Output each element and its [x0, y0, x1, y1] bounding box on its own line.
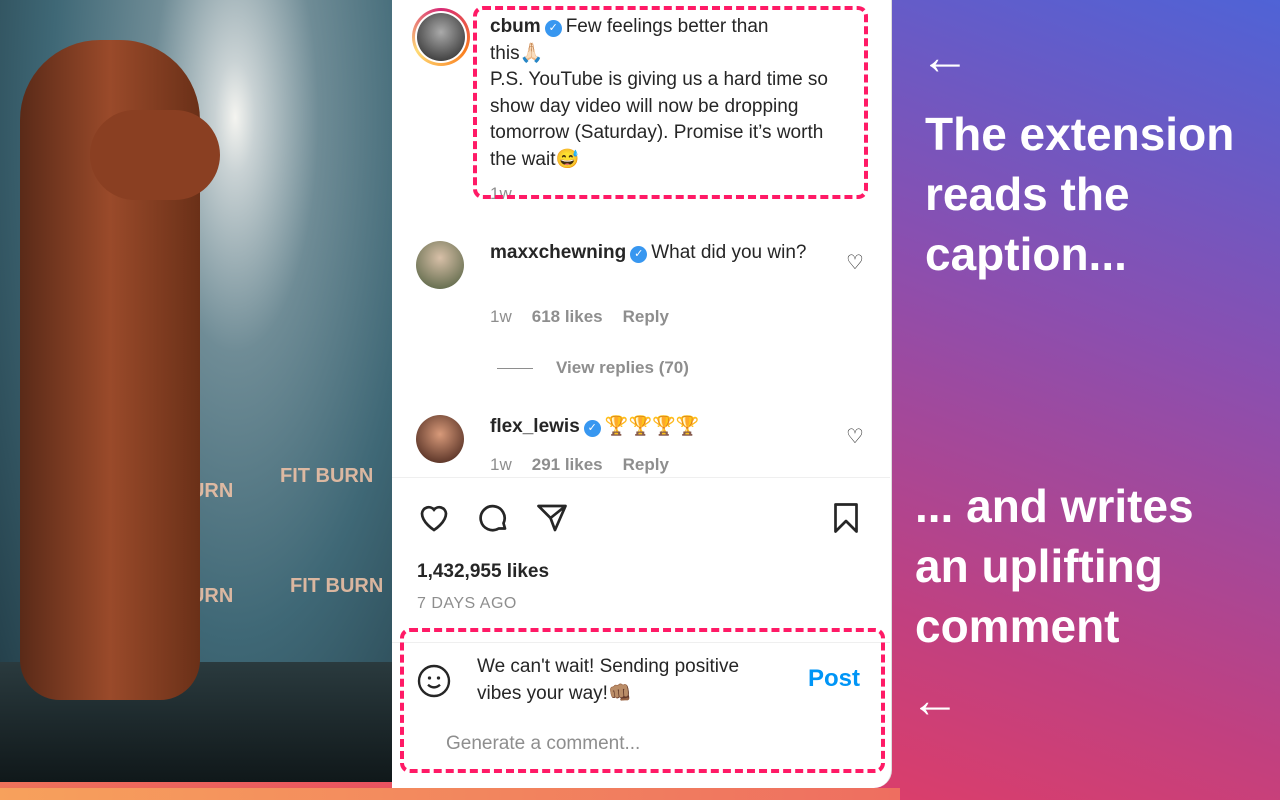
comment-likes[interactable]: 291 likes — [532, 455, 603, 474]
post-date: 7 DAYS AGO — [417, 595, 517, 612]
comment-avatar[interactable] — [416, 241, 464, 289]
arrow-left-icon: ← — [910, 672, 960, 728]
comment-time: 1w — [490, 455, 512, 474]
comment-text: What did you win? — [651, 242, 807, 263]
instagram-post-panel: cbum ✓ Few feelings better than this🙏🏻 P.S… — [392, 0, 892, 788]
comment-likes[interactable]: 618 likes — [532, 307, 603, 326]
comment-meta: 1w 618 likes Reply — [490, 307, 689, 327]
caption-highlight — [473, 6, 868, 199]
comment-bubble-icon[interactable] — [475, 500, 511, 536]
arrow-left-icon: ← — [920, 29, 970, 85]
comment-username[interactable]: maxxchewning — [490, 242, 626, 263]
verified-icon: ✓ — [583, 420, 601, 437]
like-heart-icon[interactable] — [416, 500, 452, 536]
reply-button[interactable]: Reply — [623, 455, 669, 474]
promo-top-text: The extension reads the caption... — [925, 108, 1235, 280]
comment-username[interactable]: flex_lewis — [490, 416, 580, 437]
verified-icon: ✓ — [630, 246, 648, 263]
post-likes[interactable]: 1,432,955 likes — [417, 559, 549, 586]
banner-text: FIT BURN — [280, 465, 374, 487]
promo-bottom-text: ... and writes an uplifting comment — [915, 480, 1194, 652]
bottom-strip — [0, 788, 900, 800]
athlete-arm — [90, 110, 220, 200]
like-comment-heart-icon[interactable]: ♡ — [846, 250, 864, 275]
comment: flex_lewis ✓ 🏆🏆🏆🏆 — [490, 414, 830, 441]
comment-text: 🏆🏆🏆🏆 — [604, 416, 700, 437]
comment-avatar[interactable] — [416, 415, 464, 463]
bookmark-icon[interactable] — [828, 500, 864, 536]
comment-meta: 1w 291 likes Reply — [490, 455, 689, 475]
reply-button[interactable]: Reply — [623, 307, 669, 326]
comment-highlight — [400, 628, 885, 773]
like-comment-heart-icon[interactable]: ♡ — [846, 424, 864, 449]
caption-avatar[interactable] — [412, 8, 470, 66]
share-send-icon[interactable] — [534, 500, 570, 536]
comment-time: 1w — [490, 307, 512, 326]
post-photo: FIT BURN FIT BURN FIT BURN FIT BURN — [0, 0, 392, 782]
divider — [392, 477, 890, 478]
replies-divider — [497, 368, 533, 369]
comment: maxxchewning ✓ What did you win? — [490, 240, 830, 267]
view-replies-button[interactable]: View replies (70) — [556, 358, 689, 378]
banner-text: FIT BURN — [290, 575, 384, 597]
